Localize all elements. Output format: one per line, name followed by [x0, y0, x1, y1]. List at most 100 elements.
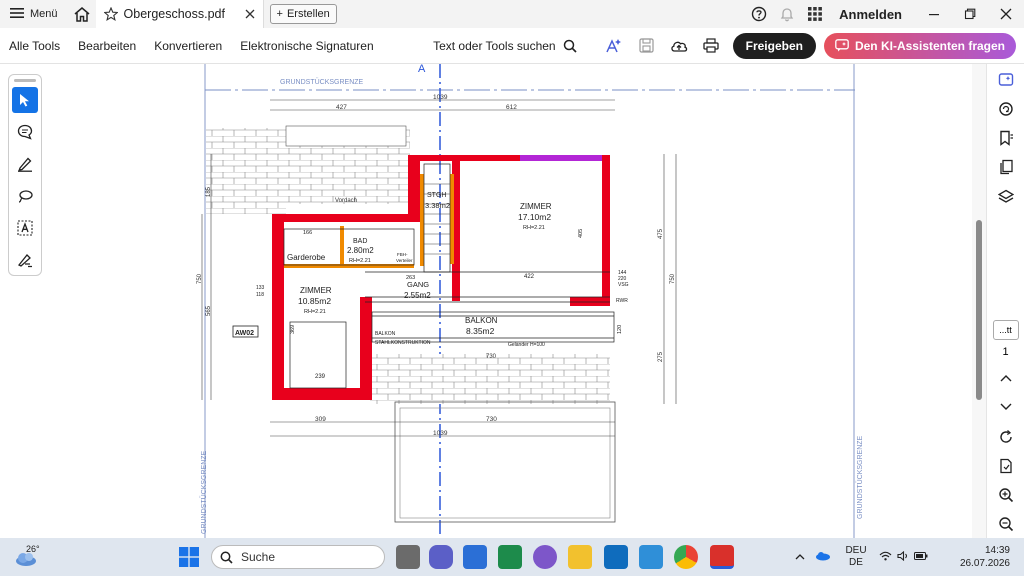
wifi-icon[interactable]	[876, 551, 894, 564]
search-tools-button[interactable]: Text oder Tools suchen	[425, 39, 585, 53]
rotate-icon	[999, 429, 1012, 443]
freeform-tool[interactable]	[12, 183, 38, 209]
gelaender-label: Geländer H=100	[508, 342, 545, 348]
document-tab[interactable]: Obergeschoss.pdf	[95, 0, 264, 28]
calendar-app-icon[interactable]	[639, 545, 663, 569]
language-indicator[interactable]: DEU DE	[836, 545, 876, 569]
apps-button[interactable]	[801, 0, 829, 28]
outlook-app-icon[interactable]	[604, 545, 628, 569]
word-app-icon[interactable]	[463, 545, 487, 569]
scrollbar-thumb[interactable]	[976, 220, 982, 400]
room-zimmer-small-rh: RH=2.21	[304, 309, 326, 315]
dim-balcony: 730	[486, 354, 497, 360]
chevron-up-icon	[1000, 375, 1011, 382]
viber-app-icon[interactable]	[533, 545, 557, 569]
lasso-icon	[18, 190, 33, 203]
close-window-button[interactable]	[988, 0, 1024, 28]
page-extract-icon	[999, 458, 1012, 473]
balkon-small-label: BALKON	[375, 331, 396, 337]
menu-label: Menü	[30, 8, 58, 20]
chrome-app-icon[interactable]	[674, 545, 698, 569]
close-tab-icon[interactable]	[245, 9, 255, 19]
pages-button[interactable]	[991, 154, 1021, 181]
clock[interactable]: 14:39 26.07.2026	[940, 544, 1010, 570]
signin-button[interactable]: Anmelden	[839, 7, 902, 22]
zoom-in-icon	[998, 488, 1013, 503]
bookmarks-button[interactable]	[991, 125, 1021, 152]
teams-app-icon[interactable]	[429, 545, 453, 569]
drag-handle[interactable]	[14, 79, 36, 82]
convert-menu[interactable]: Konvertieren	[145, 28, 231, 64]
taskbar-search[interactable]: Suche	[211, 545, 385, 569]
star-icon[interactable]	[103, 7, 118, 21]
pages-icon	[999, 160, 1013, 175]
room-balkon-name: BALKON	[465, 316, 498, 325]
room-garderobe: Garderobe	[287, 253, 326, 262]
rwr-label: RWR	[616, 298, 628, 304]
help-button[interactable]	[745, 0, 773, 28]
dim-right-475: 475	[658, 228, 664, 239]
weather-widget[interactable]: 26°	[0, 538, 60, 576]
dim-left-185: 185	[206, 186, 212, 197]
ai-assistant-button[interactable]: Den KI-Assistenten fragen	[823, 32, 1016, 59]
notifications-button[interactable]	[773, 0, 801, 28]
dim-bottom-right: 730	[486, 416, 497, 423]
ai-sparkle-icon	[605, 38, 621, 52]
cloud-upload-icon	[670, 41, 687, 52]
hamburger-icon	[10, 7, 24, 22]
dim-263: 263	[406, 275, 415, 281]
comments-panel-button[interactable]	[991, 95, 1021, 122]
extract-page-button[interactable]	[991, 452, 1021, 479]
save-button[interactable]	[633, 32, 661, 60]
volume-icon[interactable]	[894, 550, 912, 564]
restore-button[interactable]	[952, 0, 988, 28]
dim-369: 369	[290, 325, 296, 334]
dim-220: 220	[618, 276, 627, 282]
start-button[interactable]	[179, 547, 199, 572]
home-icon	[74, 6, 90, 22]
home-button[interactable]	[68, 0, 96, 28]
close-icon	[1000, 8, 1012, 20]
comment-tool[interactable]	[12, 119, 38, 145]
rotate-button[interactable]	[991, 423, 1021, 450]
all-tools-menu[interactable]: Alle Tools	[0, 28, 69, 64]
acrobat-app-icon[interactable]	[710, 545, 734, 569]
zoom-in-button[interactable]	[991, 481, 1021, 508]
file-explorer-app-icon[interactable]	[568, 545, 592, 569]
taskbar-search-label: Suche	[241, 550, 276, 564]
room-zimmer-big-area: 17.10m2	[518, 212, 551, 222]
esign-menu[interactable]: Elektronische Signaturen	[231, 28, 382, 64]
create-tab-button[interactable]: + Erstellen	[269, 4, 337, 24]
page-down-button[interactable]	[991, 394, 1021, 421]
dim-left-750: 750	[197, 273, 203, 284]
draw-tool[interactable]	[12, 151, 38, 177]
ai-chat-button[interactable]	[991, 66, 1021, 93]
stamp-tool[interactable]	[12, 247, 38, 273]
print-button[interactable]	[697, 32, 725, 60]
minimize-button[interactable]	[916, 0, 952, 28]
zoom-out-button[interactable]	[991, 511, 1021, 538]
excel-app-icon[interactable]	[498, 545, 522, 569]
battery-icon[interactable]	[912, 551, 930, 563]
aw02-label: AW02	[235, 330, 254, 337]
layers-button[interactable]	[991, 183, 1021, 210]
room-gang-area: 2.55m2	[404, 291, 431, 300]
room-bad-name: BAD	[353, 238, 367, 245]
bookmark-icon	[999, 130, 1013, 147]
upload-button[interactable]	[665, 32, 693, 60]
document-canvas[interactable]: GRUNDSTÜCKSGRENZE GRUNDSTÜCKSGRENZE GRUN…	[190, 64, 872, 538]
page-thumbnail-box[interactable]: ...tt	[992, 320, 1019, 341]
search-icon	[563, 39, 577, 53]
select-tool[interactable]	[12, 87, 38, 113]
dim-left-top: 427	[336, 104, 347, 111]
edit-menu[interactable]: Bearbeiten	[69, 28, 145, 64]
tray-overflow-chevron-icon[interactable]	[790, 552, 810, 563]
page-up-button[interactable]	[991, 364, 1021, 391]
share-button[interactable]: Freigeben	[732, 32, 816, 59]
ai-generate-button[interactable]	[599, 32, 627, 60]
task-view-app-icon[interactable]	[396, 545, 420, 569]
text-select-tool[interactable]	[12, 215, 38, 241]
vertical-scrollbar[interactable]	[972, 64, 986, 538]
menu-button[interactable]: Menü	[0, 0, 68, 28]
onedrive-cloud-icon[interactable]	[810, 551, 836, 564]
